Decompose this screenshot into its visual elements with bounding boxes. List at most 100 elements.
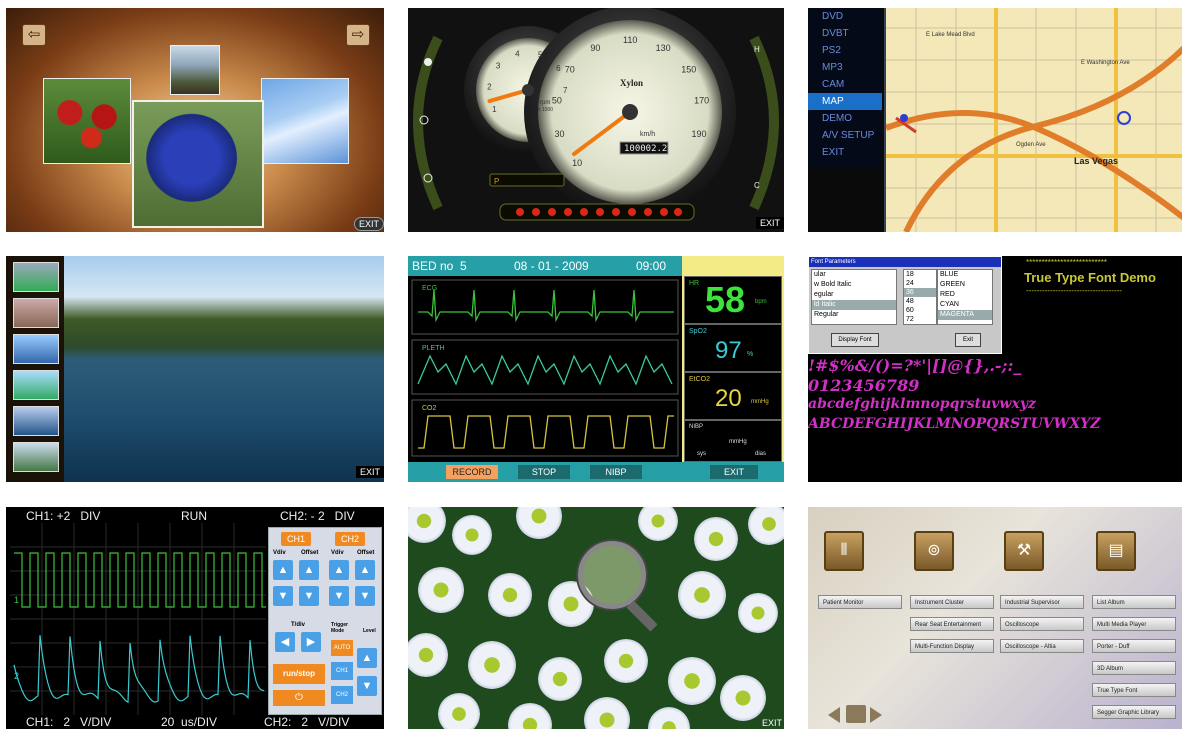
ch2-button[interactable]: CH2 xyxy=(335,532,365,546)
speed-tick-label: 30 xyxy=(555,129,565,139)
media-icon[interactable]: ▤ xyxy=(1096,531,1136,571)
color-option[interactable]: CYAN xyxy=(938,300,992,310)
nibp-button[interactable]: NIBP xyxy=(590,465,642,479)
color-list[interactable]: BLUE GREEN RED CYAN MAGENTA xyxy=(937,269,993,325)
rpm-tick-label: 2 xyxy=(487,83,492,92)
launch-button[interactable]: List Album xyxy=(1092,595,1176,609)
style-list[interactable]: ular w Bold Italic egular ld Italic Regular xyxy=(811,269,897,325)
launch-button[interactable]: Oscilloscope - Altia xyxy=(1000,639,1084,653)
industrial-supervisor-icon[interactable]: ⚒ xyxy=(1004,531,1044,571)
exit-button[interactable]: EXIT xyxy=(758,717,784,729)
back-arrow-button[interactable]: ⇦ xyxy=(22,24,46,46)
up-arrow-button[interactable]: ▲ xyxy=(273,560,293,580)
down-arrow-button[interactable]: ▼ xyxy=(355,586,375,606)
menu-item[interactable]: DEMO xyxy=(808,110,882,127)
filmstrip-thumbnail[interactable] xyxy=(13,262,59,292)
album-photo-mountains[interactable] xyxy=(170,45,220,95)
up-arrow-button[interactable]: ▲ xyxy=(329,560,349,580)
display-font-button[interactable]: Display Font xyxy=(831,333,879,347)
nav-back-icon[interactable] xyxy=(828,707,840,723)
album-photo-parrot[interactable] xyxy=(132,100,264,228)
exit-button[interactable]: EXIT xyxy=(354,217,384,231)
style-option[interactable]: Regular xyxy=(812,310,896,320)
size-option[interactable]: 72 xyxy=(904,315,936,324)
launch-button[interactable]: Multi Media Player xyxy=(1092,617,1176,631)
power-icon: ⏻ xyxy=(295,692,303,703)
size-option[interactable]: 60 xyxy=(904,306,936,315)
album-photo-sky[interactable] xyxy=(261,78,349,164)
media-menu: DVD DVBT PS2 MP3 CAM MAP DEMO A/V SETUP EXIT xyxy=(808,8,882,168)
left-arrow-button[interactable]: ◀ xyxy=(275,632,295,652)
ch2-top-label: CH2: - 2 DIV xyxy=(280,509,355,523)
filmstrip-thumbnail[interactable] xyxy=(13,442,59,472)
forward-arrow-button[interactable]: ⇨ xyxy=(346,24,370,46)
run-stop-button[interactable]: run/stop xyxy=(273,664,325,684)
launch-button[interactable]: True Type Font xyxy=(1092,683,1176,697)
size-option[interactable]: 24 xyxy=(904,279,936,288)
record-button[interactable]: RECORD xyxy=(446,465,498,479)
style-option[interactable]: ular xyxy=(812,270,896,280)
ch1-trigger-button[interactable]: CH1 xyxy=(331,662,353,680)
launch-button[interactable]: Oscilloscope xyxy=(1000,617,1084,631)
down-arrow-button[interactable]: ▼ xyxy=(273,586,293,606)
exit-button[interactable]: EXIT xyxy=(710,465,758,479)
color-option[interactable]: GREEN xyxy=(938,280,992,290)
launch-button[interactable]: Rear Seat Entertainment xyxy=(910,617,994,631)
exit-button[interactable]: Exit xyxy=(955,333,981,347)
color-option[interactable]: MAGENTA xyxy=(938,310,992,320)
menu-item[interactable]: DVBT xyxy=(808,25,882,42)
nav-forward-icon[interactable] xyxy=(870,707,882,723)
filmstrip-thumbnail[interactable] xyxy=(13,298,59,328)
filmstrip-thumbnail[interactable] xyxy=(13,406,59,436)
auto-button[interactable]: AUTO xyxy=(331,640,353,656)
exit-button[interactable]: EXIT xyxy=(756,217,784,229)
left-arrow-icon: ⇦ xyxy=(27,26,41,43)
down-arrow-button[interactable]: ▼ xyxy=(299,586,319,606)
stop-button[interactable]: STOP xyxy=(518,465,570,479)
album-photo-red-flowers[interactable] xyxy=(43,78,131,164)
style-option[interactable]: w Bold Italic xyxy=(812,280,896,290)
nav-home-icon[interactable] xyxy=(846,705,866,723)
launch-button[interactable]: Multi-Function Display xyxy=(910,639,994,653)
size-option[interactable]: 36 xyxy=(904,288,936,297)
ch1-button[interactable]: CH1 xyxy=(281,532,311,546)
rpm-tick-label: 4 xyxy=(515,49,520,58)
exit-button[interactable]: EXIT xyxy=(356,466,384,478)
color-option[interactable]: BLUE xyxy=(938,270,992,280)
menu-item[interactable]: MP3 xyxy=(808,59,882,76)
down-arrow-button[interactable]: ▼ xyxy=(329,586,349,606)
up-arrow-button[interactable]: ▲ xyxy=(299,560,319,580)
launch-button[interactable]: Patient Monitor xyxy=(818,595,902,609)
launch-button[interactable]: Porter - Duff xyxy=(1092,639,1176,653)
magnifier[interactable] xyxy=(578,541,646,609)
menu-item[interactable]: A/V SETUP xyxy=(808,127,882,144)
size-option[interactable]: 18 xyxy=(904,270,936,279)
menu-item[interactable]: MAP xyxy=(808,93,882,110)
launch-button[interactable]: Segger Graphic Library xyxy=(1092,705,1176,719)
filmstrip-thumbnail[interactable] xyxy=(13,370,59,400)
patient-monitor-icon[interactable]: ⫴ xyxy=(824,531,864,571)
level-label: Level xyxy=(363,628,376,634)
launch-button[interactable]: Instrument Cluster xyxy=(910,595,994,609)
up-arrow-button[interactable]: ▲ xyxy=(357,648,377,668)
menu-item[interactable]: PS2 xyxy=(808,42,882,59)
down-arrow-button[interactable]: ▼ xyxy=(357,676,377,696)
right-arrow-button[interactable]: ▶ xyxy=(301,632,321,652)
size-list[interactable]: 18 24 36 48 60 72 xyxy=(903,269,937,325)
menu-item[interactable]: DVD xyxy=(808,8,882,25)
map-view[interactable]: Las Vegas E Washington Ave E Lake Mead B… xyxy=(884,8,1182,232)
launch-button[interactable]: 3D Album xyxy=(1092,661,1176,675)
power-button[interactable]: ⏻ xyxy=(273,690,325,706)
color-option[interactable]: RED xyxy=(938,290,992,300)
filmstrip-thumbnail[interactable] xyxy=(13,334,59,364)
size-option[interactable]: 48 xyxy=(904,297,936,306)
menu-item[interactable]: EXIT xyxy=(808,144,882,161)
style-option[interactable]: egular xyxy=(812,290,896,300)
ch2-trigger-button[interactable]: CH2 xyxy=(331,686,353,704)
style-option[interactable]: ld Italic xyxy=(812,300,896,310)
flower xyxy=(720,675,766,721)
up-arrow-button[interactable]: ▲ xyxy=(355,560,375,580)
menu-item[interactable]: CAM xyxy=(808,76,882,93)
launch-button[interactable]: Industrial Supervisor xyxy=(1000,595,1084,609)
instrument-cluster-icon[interactable]: ⊚ xyxy=(914,531,954,571)
